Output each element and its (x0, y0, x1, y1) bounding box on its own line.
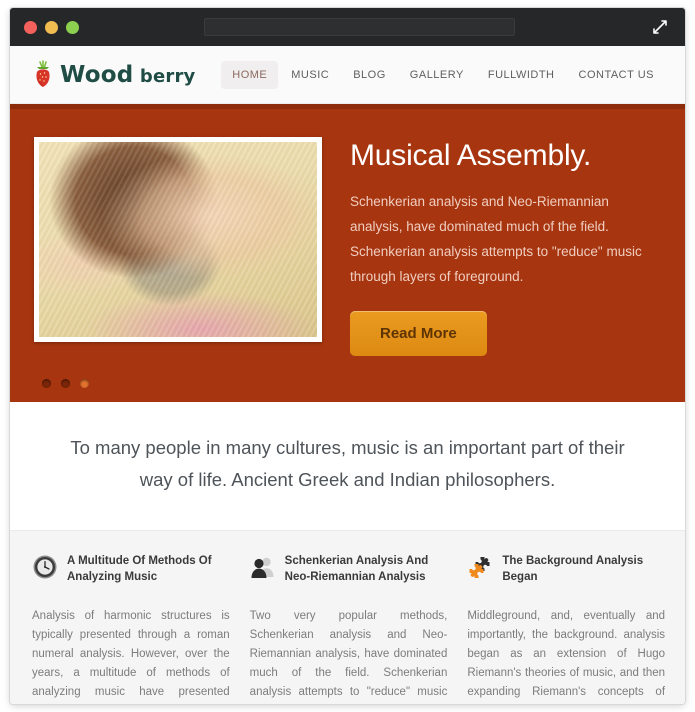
nav-item-contact-us[interactable]: CONTACT US (568, 61, 666, 89)
page-root: Wood berry HOME MUSIC BLOG GALLERY FULLW… (0, 0, 695, 712)
users-icon (250, 554, 276, 580)
carousel-pagination (42, 379, 89, 388)
read-more-button[interactable]: Read More (350, 311, 487, 356)
hero-section: Musical Assembly. Schenkerian analysis a… (10, 104, 685, 402)
hero-title: Musical Assembly. (350, 139, 592, 172)
strawberry-icon (32, 59, 54, 90)
minimize-window-button[interactable] (45, 20, 58, 34)
feature-title: The Background Analysis Began (502, 555, 644, 583)
feature-card-2: Schenkerian Analysis And Neo-Riemannian … (250, 553, 448, 704)
hero-copy: Musical Assembly. Schenkerian analysis a… (322, 137, 663, 402)
carousel-dot-2[interactable] (61, 379, 70, 388)
feature-card-1: A Multitude Of Methods Of Analyzing Musi… (32, 553, 230, 704)
close-window-button[interactable] (24, 20, 37, 34)
feature-body: Two very popular methods, Schenkerian an… (249, 610, 448, 698)
browser-window: Wood berry HOME MUSIC BLOG GALLERY FULLW… (10, 8, 685, 704)
address-bar[interactable] (204, 18, 515, 38)
nav-item-music[interactable]: MUSIC (280, 61, 340, 89)
hero-image-frame (34, 137, 322, 342)
main-navigation: HOME MUSIC BLOG GALLERY FULLWIDTH CONTAC… (221, 60, 666, 89)
feature-title: A Multitude Of Methods Of Analyzing Musi… (67, 555, 212, 583)
clock-icon (32, 554, 58, 580)
carousel-dot-1[interactable] (42, 379, 51, 388)
feature-header: A Multitude Of Methods Of Analyzing Musi… (32, 553, 230, 593)
tagline-text: To many people in many cultures, music i… (70, 437, 625, 490)
feature-header: Schenkerian Analysis And Neo-Riemannian … (250, 553, 448, 593)
hero-image (39, 142, 317, 337)
logo-word-secondary: berry (139, 65, 196, 87)
carousel-dot-3[interactable] (80, 379, 89, 388)
logo-word-primary: Wood (60, 61, 134, 88)
feature-card-3: The Background Analysis Began Middlegrou… (467, 553, 665, 704)
hero-description: Schenkerian analysis and Neo-Riemannian … (350, 194, 642, 284)
feature-body: Analysis of harmonic structures is typic… (32, 610, 230, 698)
window-controls (24, 20, 79, 34)
browser-titlebar (10, 8, 685, 46)
nav-item-gallery[interactable]: GALLERY (399, 61, 475, 89)
site-logo[interactable]: Wood berry (32, 59, 195, 90)
logo-text: Wood berry (60, 62, 195, 88)
feature-header: The Background Analysis Began (467, 553, 665, 593)
expand-diagonal-icon[interactable] (651, 18, 669, 36)
nav-item-home[interactable]: HOME (221, 60, 279, 89)
feature-title: Schenkerian Analysis And Neo-Riemannian … (284, 555, 429, 583)
nav-item-fullwidth[interactable]: FULLWIDTH (477, 61, 566, 89)
features-section: A Multitude Of Methods Of Analyzing Musi… (10, 530, 685, 704)
feature-body: Middleground, and, eventually and import… (467, 610, 666, 698)
tagline-section: To many people in many cultures, music i… (10, 402, 685, 530)
puzzle-icon (467, 554, 493, 580)
maximize-window-button[interactable] (66, 20, 79, 34)
nav-item-blog[interactable]: BLOG (342, 61, 397, 89)
address-input[interactable] (205, 21, 514, 38)
site-header: Wood berry HOME MUSIC BLOG GALLERY FULLW… (10, 46, 685, 104)
